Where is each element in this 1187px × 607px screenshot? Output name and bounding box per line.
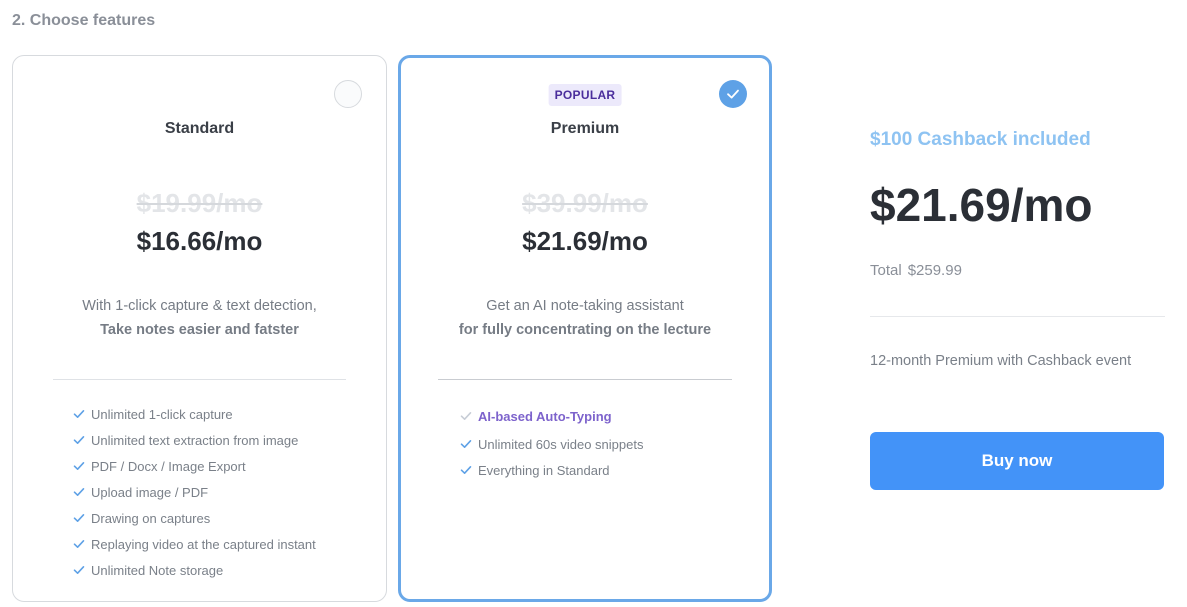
feature-label: Drawing on captures [91, 510, 211, 526]
total-row: Total $259.99 [870, 262, 962, 279]
checkmark-circle-icon[interactable] [719, 80, 747, 108]
feature-item: Unlimited 1-click capture [73, 401, 316, 427]
total-amount: $259.99 [907, 262, 962, 279]
check-icon [73, 436, 85, 444]
plan-description: With 1-click capture & text detection, [82, 298, 317, 314]
check-icon [73, 462, 85, 470]
total-label: Total [870, 262, 902, 279]
feature-list: AI-based Auto-Typing Unlimited 60s video… [460, 401, 643, 483]
section-title: 2. Choose features [12, 12, 156, 29]
plan-price: $16.66/mo [136, 226, 263, 256]
cashback-label: $100 Cashback included [870, 129, 1091, 150]
plan-card-premium[interactable]: POPULAR Premium $39.99/mo $21.69/mo Get … [398, 55, 772, 602]
popular-badge: POPULAR [548, 84, 622, 106]
feature-label: AI-based Auto-Typing [478, 408, 612, 424]
feature-item: Unlimited text extraction from image [73, 427, 316, 453]
plan-price: $21.69/mo [522, 226, 648, 256]
check-icon [73, 540, 85, 548]
feature-label: Unlimited 60s video snippets [478, 436, 644, 452]
radio-unselected-icon[interactable] [334, 80, 362, 108]
feature-label: Upload image / PDF [91, 484, 209, 500]
feature-item: PDF / Docx / Image Export [73, 453, 316, 479]
plan-description: Get an AI note-taking assistant [486, 298, 684, 314]
feature-item: Unlimited Note storage [73, 557, 316, 583]
plan-description-emphasis: Take notes easier and fatster [100, 322, 299, 338]
feature-item: Drawing on captures [73, 505, 316, 531]
feature-label: PDF / Docx / Image Export [91, 458, 246, 474]
divider [438, 379, 732, 380]
plan-note: 12-month Premium with Cashback event [870, 353, 1132, 369]
plan-card-standard[interactable]: Standard $19.99/mo $16.66/mo With 1-clic… [12, 55, 387, 602]
feature-item-highlight: AI-based Auto-Typing [460, 401, 643, 431]
feature-label: Replaying video at the captured instant [91, 536, 316, 552]
check-icon [73, 488, 85, 496]
plan-name: Premium [550, 120, 620, 137]
check-icon [73, 514, 85, 522]
old-price: $19.99/mo [136, 188, 263, 218]
buy-now-button[interactable]: Buy now [870, 432, 1164, 490]
feature-label: Unlimited Note storage [91, 562, 224, 578]
plan-name: Standard [164, 120, 235, 137]
feature-item: Upload image / PDF [73, 479, 316, 505]
divider [53, 379, 346, 380]
check-icon [73, 566, 85, 574]
divider [870, 316, 1165, 317]
feature-label: Unlimited text extraction from image [91, 432, 299, 448]
feature-item: Replaying video at the captured instant [73, 531, 316, 557]
check-icon [460, 440, 472, 448]
check-icon [460, 466, 472, 474]
feature-item: Everything in Standard [460, 457, 643, 483]
check-icon [460, 412, 472, 420]
plan-description-emphasis: for fully concentrating on the lecture [458, 322, 712, 338]
feature-label: Everything in Standard [478, 462, 610, 478]
feature-item: Unlimited 60s video snippets [460, 431, 643, 457]
summary-price: $21.69/mo [870, 179, 1093, 231]
feature-label: Unlimited 1-click capture [91, 406, 233, 422]
check-icon [73, 410, 85, 418]
feature-list: Unlimited 1-click capture Unlimited text… [73, 401, 316, 583]
old-price: $39.99/mo [522, 188, 648, 218]
